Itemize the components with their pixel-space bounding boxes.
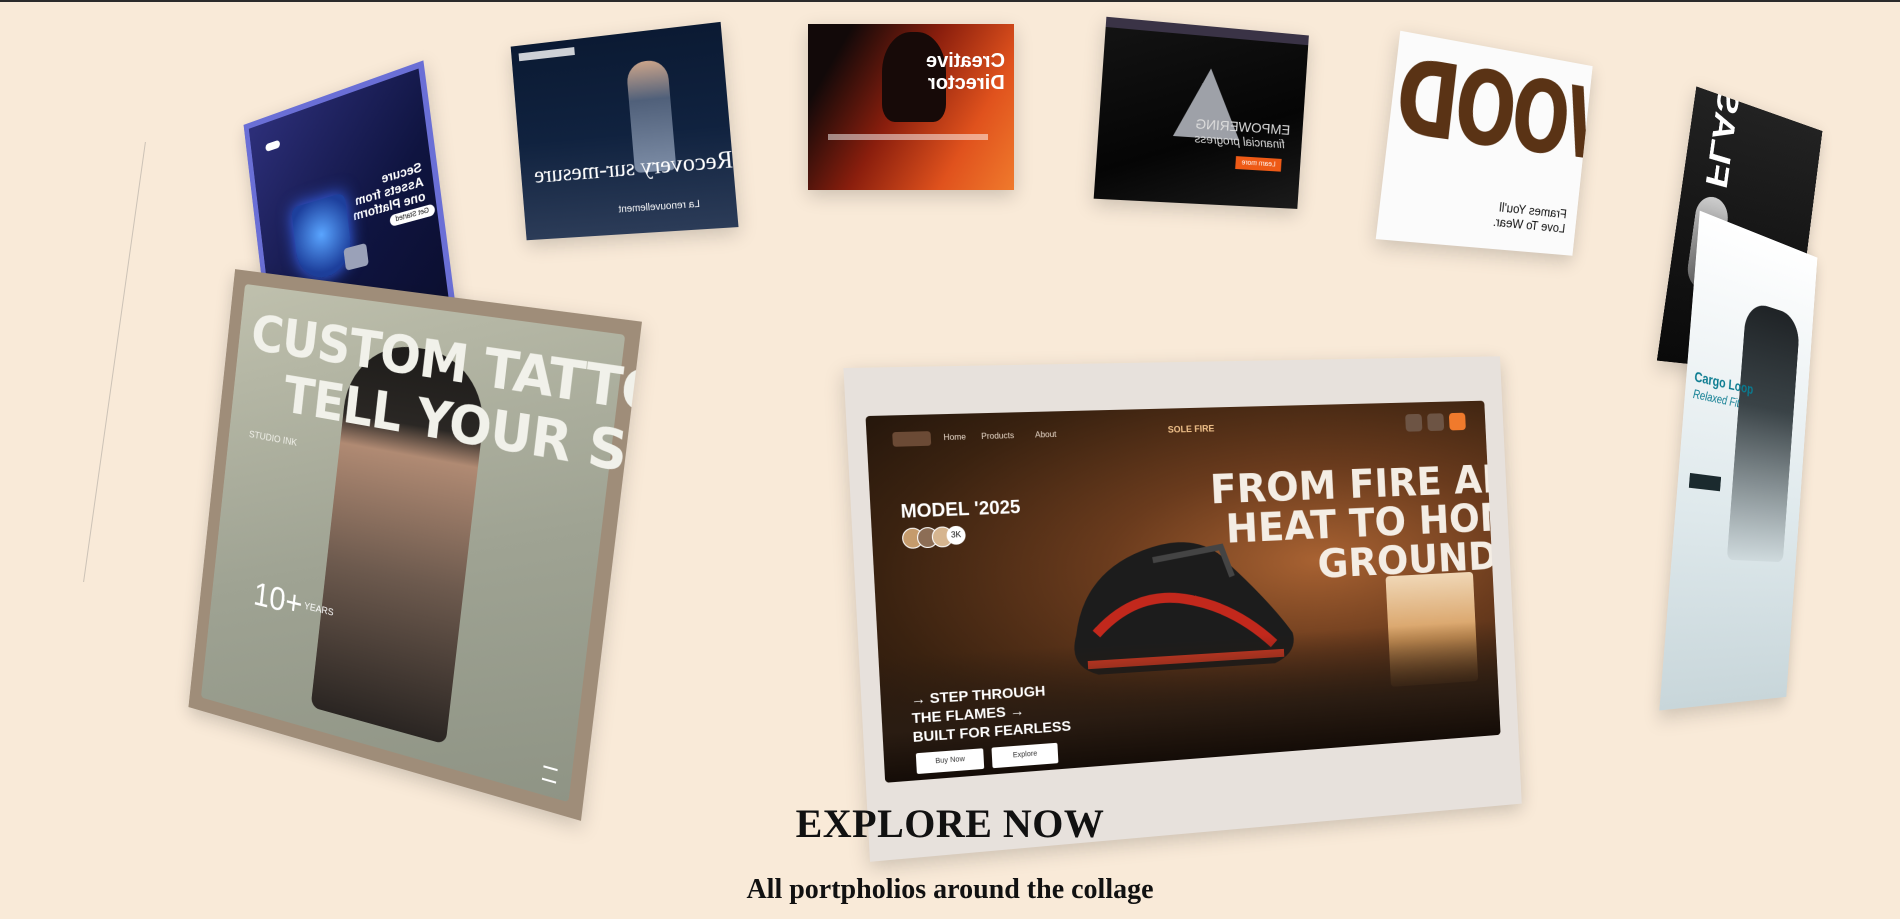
nav-pill <box>265 139 281 153</box>
user-icon <box>1427 413 1445 432</box>
avatar-group: 3K <box>901 525 990 550</box>
nav-products: Products <box>981 430 1015 442</box>
lock-icon <box>343 242 369 271</box>
wood-tagline: Frames You'll Love To Wear. <box>1492 199 1568 236</box>
card-preview: Creative Director <box>808 24 1014 190</box>
dark-wordmark: FLASH <box>1698 86 1749 192</box>
card-preview: Recovery sur-mesure La renouvellement <box>511 22 739 240</box>
portfolio-card-tattoo-studio[interactable]: CUSTOM TATTOOS THAT TELL YOUR STORY STUD… <box>188 269 642 821</box>
logo-strip <box>828 134 988 140</box>
nav-about: About <box>1034 429 1057 440</box>
portfolio-card-recovery[interactable]: Recovery sur-mesure La renouvellement <box>510 21 739 241</box>
tattoo-label: STUDIO INK <box>248 429 298 449</box>
collage-stage: Secure Assets from one Platform Get Star… <box>0 0 1900 919</box>
cargo-button <box>1688 472 1722 492</box>
decorative-thread <box>83 142 226 582</box>
explore-title[interactable]: EXPLORE NOW <box>0 800 1900 847</box>
card-preview: WOOD Frames You'll Love To Wear. <box>1376 31 1593 256</box>
portfolio-card-creative-director[interactable]: Creative Director <box>808 24 1014 190</box>
avatar-count-badge: 3K <box>946 525 967 546</box>
brand-bar <box>518 47 575 62</box>
card-preview: EMPOWERING financial progress Learn more <box>1094 16 1309 209</box>
fingerprint-shield-icon <box>290 192 355 284</box>
collage-subtitle: All portpholios around the collage <box>746 874 1154 905</box>
card-preview: Home Products About SOLE FIRE MODEL '202… <box>865 400 1501 783</box>
creative-headline-1: Creative <box>926 50 1005 72</box>
brand-name: SOLE FIRE <box>1167 423 1215 435</box>
cart-icon <box>1448 412 1466 431</box>
nav-home: Home <box>943 432 967 443</box>
model-figure <box>1726 299 1801 563</box>
search-icon <box>1405 413 1423 432</box>
wood-wordmark: WOOD <box>1393 36 1593 187</box>
card-preview: CUSTOM TATTOOS THAT TELL YOUR STORY STUD… <box>200 283 642 803</box>
recovery-footer: La renouvellement <box>618 198 701 216</box>
portfolio-card-empowering[interactable]: EMPOWERING financial progress Learn more <box>1093 16 1309 209</box>
creative-headline-2: Director <box>928 72 1005 94</box>
portfolio-card-wood-frames[interactable]: WOOD Frames You'll Love To Wear. <box>1375 30 1593 256</box>
empower-cta: Learn more <box>1235 156 1282 172</box>
sneaker-model: MODEL '2025 <box>900 496 1021 522</box>
browser-bar <box>1105 16 1309 46</box>
menu-icon[interactable] <box>541 765 558 784</box>
logo-pill <box>892 431 932 447</box>
tattoo-stat: 10+ <box>251 575 305 624</box>
portfolio-card-sneaker[interactable]: Home Products About SOLE FIRE MODEL '202… <box>843 356 1522 862</box>
